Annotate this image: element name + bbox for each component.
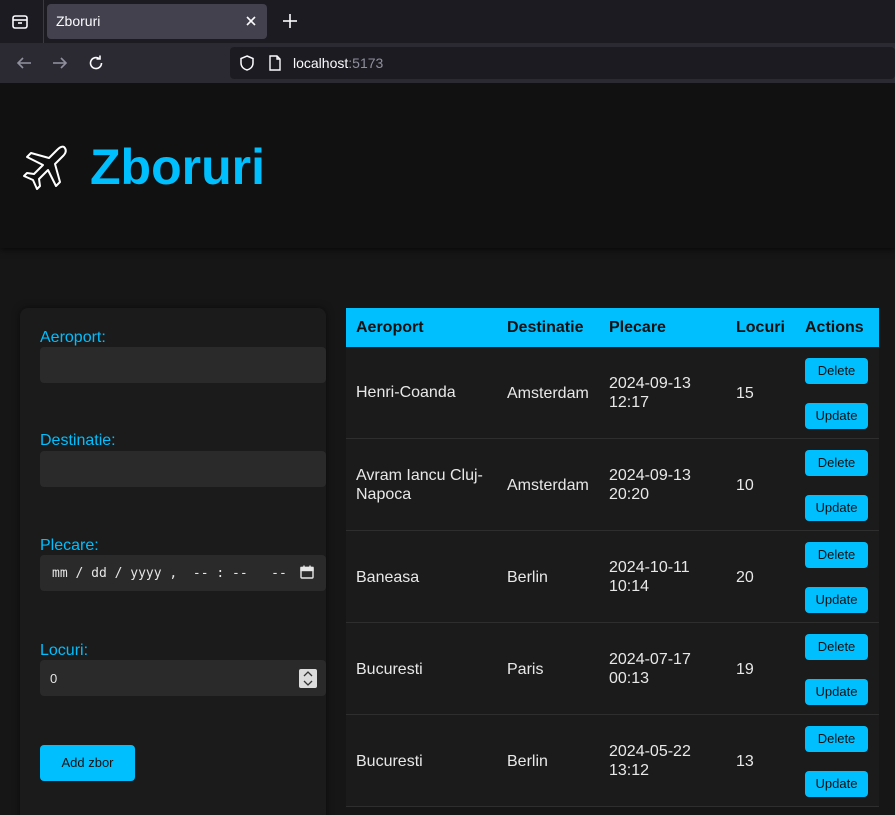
table-header: Aeroport Destinatie Plecare Locuri Actio… — [346, 308, 879, 347]
delete-button[interactable]: Delete — [805, 726, 868, 752]
delete-button[interactable]: Delete — [805, 358, 868, 384]
table-row: Bucuresti Paris 2024-07-17 00:13 19 Dele… — [346, 623, 879, 715]
shield-icon[interactable] — [238, 54, 256, 72]
browser-nav-bar: localhost:5173 — [0, 43, 895, 83]
cell-destinatie: Amsterdam — [507, 477, 589, 494]
cell-destinatie: Paris — [507, 661, 544, 678]
locuri-label: Locuri: — [40, 642, 89, 659]
cell-plecare-date: 2024-09-13 — [609, 467, 691, 484]
table-row: Avram Iancu Cluj-Napoca Amsterdam 2024-0… — [346, 439, 879, 531]
destinatie-label: Destinatie: — [40, 432, 116, 449]
cell-plecare-date: 2024-05-22 — [609, 743, 691, 760]
add-flight-button[interactable]: Add zbor — [40, 745, 135, 781]
column-header-aeroport: Aeroport — [356, 319, 424, 336]
cell-aeroport: Baneasa — [356, 569, 420, 586]
plecare-placeholder: mm / dd / yyyy , -- : -- -- — [52, 566, 287, 581]
browser-tab-bar: Zboruri — [0, 0, 895, 43]
cell-plecare-date: 2024-10-11 — [609, 559, 690, 576]
cell-locuri: 20 — [736, 569, 754, 586]
spin-up-icon[interactable] — [303, 671, 313, 677]
column-header-destinatie: Destinatie — [507, 319, 584, 336]
update-button[interactable]: Update — [805, 403, 868, 429]
column-header-actions: Actions — [805, 319, 864, 336]
cell-destinatie: Berlin — [507, 569, 548, 586]
aeroport-label: Aeroport: — [40, 329, 106, 346]
cell-plecare-date: 2024-07-17 — [609, 651, 691, 668]
delete-button[interactable]: Delete — [805, 450, 868, 476]
cell-plecare-time: 20:20 — [609, 486, 650, 503]
update-button[interactable]: Update — [805, 771, 868, 797]
aeroport-input[interactable] — [40, 347, 326, 383]
cell-plecare-time: 10:14 — [609, 578, 650, 595]
delete-button[interactable]: Delete — [805, 542, 868, 568]
flights-table: Aeroport Destinatie Plecare Locuri Actio… — [346, 308, 879, 807]
tab-title: Zboruri — [56, 13, 101, 29]
cell-locuri: 13 — [736, 753, 754, 770]
table-row: Bucuresti Berlin 2024-05-22 13:12 13 Del… — [346, 715, 879, 807]
cell-aeroport: Avram Iancu Cluj-Napoca — [356, 467, 483, 503]
delete-button[interactable]: Delete — [805, 634, 868, 660]
cell-destinatie: Berlin — [507, 753, 548, 770]
number-spinner[interactable] — [299, 669, 317, 688]
close-icon[interactable] — [243, 13, 259, 29]
column-header-locuri: Locuri — [736, 319, 785, 336]
locuri-value: 0 — [50, 671, 58, 686]
browser-tab[interactable]: Zboruri — [47, 4, 267, 39]
page-icon — [268, 55, 282, 71]
back-arrow-icon[interactable] — [15, 54, 33, 72]
plecare-label: Plecare: — [40, 537, 99, 554]
column-header-plecare: Plecare — [609, 319, 666, 336]
add-flight-form: Aeroport: Destinatie: Plecare: mm / dd /… — [20, 308, 326, 815]
cell-plecare-date: 2024-09-13 — [609, 375, 691, 392]
plecare-datetime-input[interactable]: mm / dd / yyyy , -- : -- -- — [40, 555, 326, 591]
site-header: Zboruri — [0, 83, 895, 248]
forward-arrow-icon[interactable] — [51, 54, 69, 72]
table-row: Henri-Coanda Amsterdam 2024-09-13 12:17 … — [346, 347, 879, 439]
url-port: :5173 — [348, 55, 384, 71]
tab-list-icon[interactable] — [10, 12, 30, 32]
cell-plecare-time: 13:12 — [609, 762, 650, 779]
locuri-number-input[interactable]: 0 — [40, 660, 326, 696]
update-button[interactable]: Update — [805, 587, 868, 613]
cell-destinatie: Amsterdam — [507, 385, 589, 402]
cell-aeroport: Henri-Coanda — [356, 384, 456, 401]
spin-down-icon[interactable] — [303, 680, 313, 686]
url-host: localhost — [293, 55, 349, 71]
cell-locuri: 19 — [736, 661, 754, 678]
table-row: Baneasa Berlin 2024-10-11 10:14 20 Delet… — [346, 531, 879, 623]
update-button[interactable]: Update — [805, 495, 868, 521]
cell-aeroport: Bucuresti — [356, 661, 423, 678]
url-text: localhost:5173 — [293, 55, 383, 71]
cell-plecare-time: 00:13 — [609, 670, 650, 687]
new-tab-plus-icon[interactable] — [281, 12, 299, 30]
tab-separator — [43, 0, 44, 43]
update-button[interactable]: Update — [805, 679, 868, 705]
cell-plecare-time: 12:17 — [609, 394, 650, 411]
cell-locuri: 10 — [736, 477, 754, 494]
airplane-icon — [20, 141, 70, 191]
calendar-icon[interactable] — [300, 565, 314, 579]
url-bar[interactable]: localhost:5173 — [230, 47, 895, 79]
destinatie-input[interactable] — [40, 451, 326, 487]
cell-locuri: 15 — [736, 385, 754, 402]
page-content: Zboruri Aeroport: Destinatie: Plecare: m… — [0, 83, 895, 815]
reload-icon[interactable] — [87, 54, 105, 72]
page-title: Zboruri — [90, 139, 265, 195]
cell-aeroport: Bucuresti — [356, 753, 423, 770]
